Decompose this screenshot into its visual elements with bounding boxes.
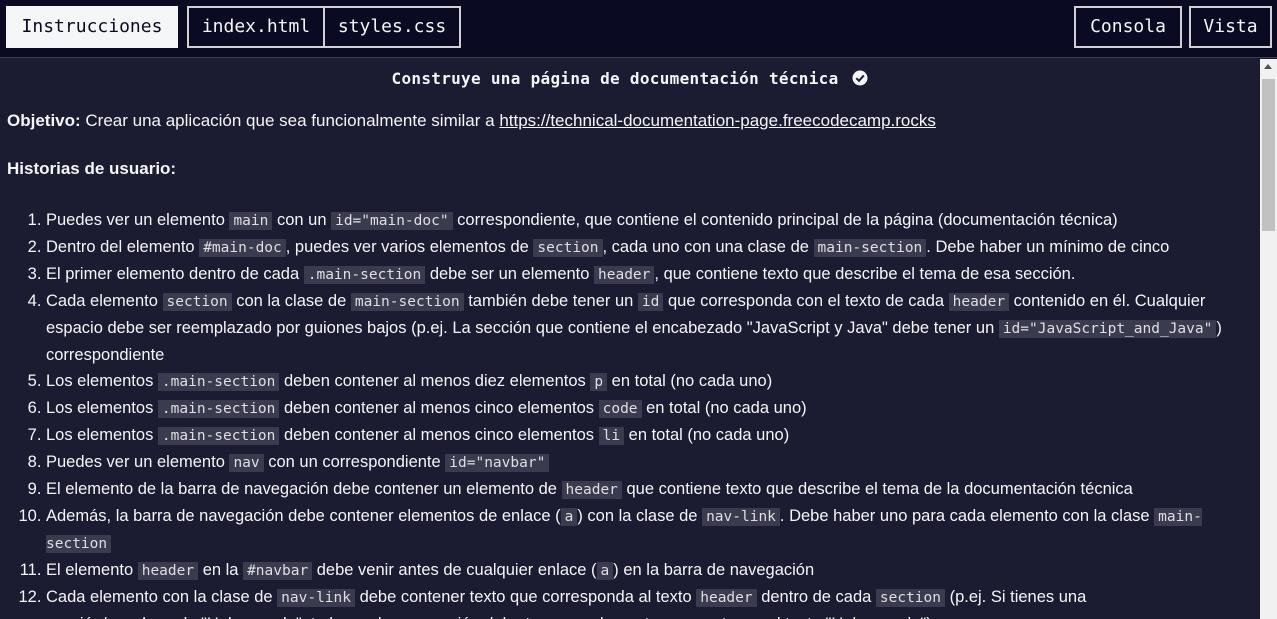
story-text: , puedes ver varios elementos de [285, 238, 534, 256]
story-text: Puedes ver un elemento [46, 211, 230, 229]
story-text: El elemento [46, 561, 138, 579]
inline-code: header [561, 481, 622, 499]
story-text: en la [198, 561, 244, 579]
story-text: Además, la barra de navegación debe cont… [46, 507, 561, 525]
story-text: con un [272, 211, 332, 229]
user-story-item: Los elementos .main-section deben conten… [46, 368, 1232, 395]
story-text: El elemento de la barra de navegación de… [46, 480, 562, 498]
page-title: Construye una página de documentación té… [0, 69, 1260, 90]
inline-code: #main-doc [199, 239, 286, 257]
inline-code: a [560, 508, 578, 526]
story-text: , cada uno con una clase de [602, 238, 814, 256]
story-text: debe venir antes de cualquier enlace ( [312, 561, 597, 579]
user-story-item: El elemento de la barra de navegación de… [46, 476, 1232, 503]
inline-code: main-section [350, 293, 464, 311]
inline-code: section [162, 293, 232, 311]
story-text: deben contener al menos cinco elementos [279, 426, 599, 444]
story-text: con la clase de [231, 292, 351, 310]
story-text: Dentro del elemento [46, 238, 200, 256]
inline-code: .main-section [303, 266, 426, 284]
story-text: deben contener al menos diez elementos [279, 372, 591, 390]
user-story-item: Además, la barra de navegación debe cont… [46, 503, 1232, 557]
user-story-item: Puedes ver un elemento nav con un corres… [46, 449, 1232, 476]
user-story-item: Dentro del elemento #main-doc, puedes ve… [46, 234, 1232, 261]
story-text: Los elementos [46, 399, 158, 417]
story-text: . Debe haber uno para cada elemento con … [779, 507, 1155, 525]
inline-code: a [596, 562, 614, 580]
story-text: debe ser un elemento [425, 265, 595, 283]
user-story-item: Los elementos .main-section deben conten… [46, 395, 1232, 422]
user-stories-list: Puedes ver un elemento main con un id="m… [0, 207, 1232, 619]
inline-code: main-section [813, 239, 927, 257]
user-story-item: Cada elemento con la clase de nav-link d… [46, 584, 1232, 619]
inline-code: header [696, 589, 757, 607]
story-text: deben contener al menos cinco elementos [279, 399, 599, 417]
inline-code: .main-section [157, 427, 280, 445]
inline-code: #navbar [243, 562, 313, 580]
inline-code: header [137, 562, 199, 580]
user-story-item: Los elementos .main-section deben conten… [46, 422, 1232, 449]
user-story-item: Puedes ver un elemento main con un id="m… [46, 207, 1232, 234]
story-text: también debe tener un [463, 292, 638, 310]
objective-link[interactable]: https://technical-documentation-page.fre… [499, 111, 936, 130]
inline-code: id="navbar" [445, 454, 550, 472]
user-story-item: Cada elemento section con la clase de ma… [46, 288, 1232, 368]
preview-button[interactable]: Vista [1189, 6, 1272, 48]
story-text: debe contener texto que corresponda al t… [355, 588, 697, 606]
story-text: Los elementos [46, 372, 158, 390]
story-text: ) con la clase de [577, 507, 703, 525]
inline-code: main [229, 212, 273, 230]
story-text: El primer elemento dentro de cada [46, 265, 304, 283]
user-story-item: El primer elemento dentro de cada .main-… [46, 261, 1232, 288]
inline-code: section [875, 589, 945, 607]
story-text: que corresponda con el texto de cada [663, 292, 949, 310]
inline-code: header [594, 266, 655, 284]
inline-code: id="main-doc" [331, 212, 453, 230]
scroll-up-arrow-icon[interactable] [1264, 64, 1272, 69]
tab-styles-css[interactable]: styles.css [323, 6, 461, 48]
story-text: en total (no cada uno) [624, 426, 790, 444]
objective-text: Crear una aplicación que sea funcionalme… [85, 111, 495, 130]
inline-code: id="JavaScript_and_Java" [998, 320, 1217, 338]
inline-code: li [598, 427, 625, 445]
story-text: Cada elemento [46, 292, 163, 310]
inline-code: id [637, 293, 664, 311]
tab-index-html[interactable]: index.html [187, 6, 325, 48]
inline-code: nav-link [702, 508, 780, 526]
instructions-panel: Construye una página de documentación té… [0, 59, 1260, 619]
inline-code: nav [229, 454, 264, 472]
story-text: Cada elemento con la clase de [46, 588, 278, 606]
console-button[interactable]: Consola [1074, 6, 1182, 48]
story-text: que contiene texto que describe el tema … [621, 480, 1133, 498]
objective-line: Objetivo: Crear una aplicación que sea f… [7, 111, 936, 131]
inline-code: header [948, 293, 1010, 311]
story-text: , que contiene texto que describe el tem… [654, 265, 1076, 283]
page-title-text: Construye una página de documentación té… [391, 69, 839, 88]
tab-instructions[interactable]: Instrucciones [6, 6, 178, 48]
story-text: dentro de cada [756, 588, 876, 606]
inline-code: .main-section [157, 373, 280, 391]
user-story-item: El elemento header en la #navbar debe ve… [46, 557, 1232, 584]
objective-label: Objetivo: [7, 111, 81, 130]
inline-code: nav-link [277, 589, 355, 607]
inline-code: .main-section [157, 400, 280, 418]
check-circle-icon [852, 70, 868, 90]
scrollbar-thumb[interactable] [1262, 79, 1275, 231]
story-text: Los elementos [46, 426, 158, 444]
story-text: en total (no cada uno) [607, 372, 773, 390]
story-text: ) en la barra de navegación [613, 561, 815, 579]
top-toolbar: Instrucciones index.html styles.css Cons… [0, 0, 1277, 58]
inline-code: p [590, 373, 608, 391]
story-text: correspondiente, que contiene el conteni… [452, 211, 1118, 229]
story-text: con un correspondiente [263, 453, 446, 471]
inline-code: section [533, 239, 603, 257]
inline-code: code [598, 400, 642, 418]
story-text: . Debe haber un mínimo de cinco [926, 238, 1170, 256]
story-text: Puedes ver un elemento [46, 453, 230, 471]
story-text: en total (no cada uno) [641, 399, 807, 417]
user-stories-heading: Historias de usuario: [7, 159, 177, 178]
vertical-scrollbar[interactable] [1260, 59, 1277, 619]
